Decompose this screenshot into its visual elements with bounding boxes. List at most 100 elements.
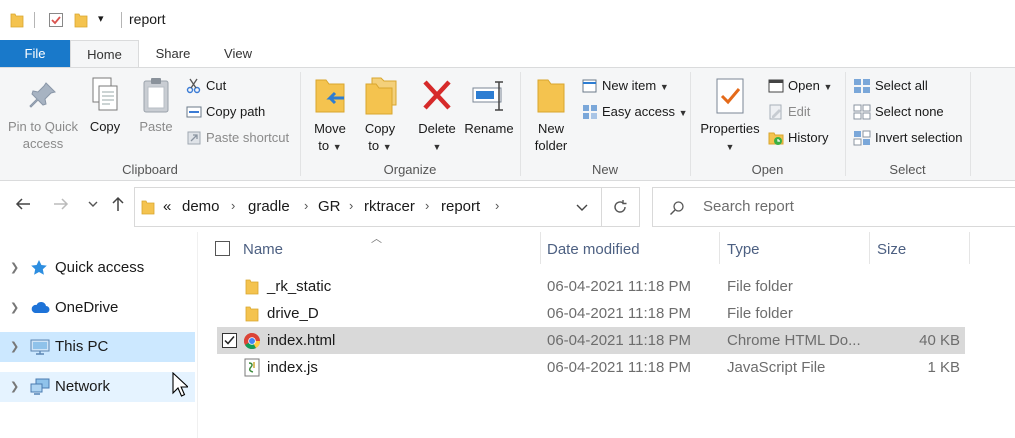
rename-button[interactable]: Rename: [462, 76, 516, 137]
nav-item-quick-access[interactable]: ❯ Quick access: [0, 253, 195, 283]
expand-chevron-icon[interactable]: ❯: [10, 380, 19, 393]
paste-shortcut-button[interactable]: Paste shortcut: [186, 130, 289, 146]
new-folder-label-1: New: [537, 121, 564, 136]
edit-icon: [769, 104, 782, 120]
breadcrumb-chevron-icon[interactable]: ›: [231, 198, 235, 213]
file-size: 1 KB: [927, 359, 960, 376]
ribbon: Pin to Quick access Copy Paste Cut Copy …: [0, 67, 1015, 181]
select-none-label: Select none: [875, 104, 944, 119]
file-name: _rk_static: [267, 278, 332, 295]
move-to-label-1: Move: [314, 121, 346, 136]
refresh-icon[interactable]: [612, 199, 628, 218]
breadcrumb-gr[interactable]: GR: [318, 198, 341, 215]
address-history-chevron-icon[interactable]: [575, 200, 589, 217]
select-all-label: Select all: [875, 78, 928, 93]
new-folder-label-2: folder: [534, 138, 568, 153]
column-header-date-modified[interactable]: Date modified: [547, 241, 640, 258]
new-folder-qat-icon[interactable]: [74, 12, 88, 31]
tab-file[interactable]: File: [0, 40, 70, 68]
expand-chevron-icon[interactable]: ❯: [10, 340, 19, 353]
file-row[interactable]: index.js 06-04-2021 11:18 PM JavaScript …: [217, 354, 965, 381]
navigation-pane: ❯ Quick access ❯ OneDrive ❯ This PC ❯ Ne…: [0, 232, 198, 438]
copy-path-label: Copy path: [206, 104, 266, 119]
file-row[interactable]: _rk_static 06-04-2021 11:18 PM File fold…: [217, 273, 965, 300]
file-row[interactable]: index.html 06-04-2021 11:18 PM Chrome HT…: [217, 327, 965, 354]
organize-group-label: Organize: [383, 162, 437, 177]
breadcrumb-chevron-icon[interactable]: ›: [495, 198, 499, 213]
invert-selection-button[interactable]: Invert selection: [853, 130, 962, 146]
nav-item-network[interactable]: ❯ Network: [0, 372, 195, 402]
network-icon: [30, 378, 50, 399]
up-arrow-icon[interactable]: [108, 194, 128, 219]
computer-icon: [30, 338, 50, 359]
paste-button[interactable]: Paste: [134, 76, 178, 135]
rename-label: Rename: [464, 121, 514, 136]
select-none-button[interactable]: Select none: [853, 104, 944, 120]
file-date: 06-04-2021 11:18 PM: [547, 305, 691, 322]
edit-button[interactable]: Edit: [768, 104, 810, 120]
invert-selection-label: Invert selection: [875, 130, 963, 145]
breadcrumb-chevron-icon[interactable]: ›: [304, 198, 308, 213]
history-button[interactable]: History: [768, 130, 828, 146]
copy-to-button[interactable]: Copy to ▼: [358, 76, 402, 156]
breadcrumb-chevron-icon[interactable]: ›: [425, 198, 429, 213]
tab-view[interactable]: View: [207, 40, 269, 68]
new-group-label: New: [591, 162, 618, 177]
easy-access-button[interactable]: Easy access ▼: [582, 104, 688, 121]
select-all-icon: [854, 79, 870, 93]
breadcrumb-chevron-icon[interactable]: ›: [349, 198, 353, 213]
file-date: 06-04-2021 11:18 PM: [547, 359, 691, 376]
mouse-cursor-icon: [172, 371, 190, 401]
breadcrumb-rktracer[interactable]: rktracer: [364, 198, 415, 215]
search-box[interactable]: Search report: [652, 187, 1015, 227]
breadcrumb-demo[interactable]: demo: [182, 198, 220, 215]
expand-chevron-icon[interactable]: ❯: [10, 301, 19, 314]
new-item-button[interactable]: New item ▼: [582, 78, 669, 95]
history-label: History: [788, 130, 829, 145]
expand-chevron-icon[interactable]: ❯: [10, 261, 19, 274]
breadcrumb-gradle[interactable]: gradle: [248, 198, 290, 215]
select-all-checkbox[interactable]: [215, 241, 230, 256]
nav-item-onedrive[interactable]: ❯ OneDrive: [0, 293, 195, 323]
scissors-icon: [186, 78, 201, 94]
copy-path-button[interactable]: Copy path: [186, 104, 265, 120]
cut-button[interactable]: Cut: [186, 78, 226, 94]
properties-checkmark-icon[interactable]: [48, 12, 64, 31]
file-type: File folder: [727, 305, 793, 322]
file-row[interactable]: drive_D 06-04-2021 11:18 PM File folder: [217, 300, 965, 327]
delete-button[interactable]: Delete ▼: [414, 76, 460, 156]
address-bar[interactable]: « demo › gradle › GR › rktracer › report…: [134, 187, 640, 227]
column-header-type[interactable]: Type: [727, 241, 760, 258]
history-icon: [768, 132, 784, 145]
select-all-button[interactable]: Select all: [853, 78, 928, 94]
column-header-size[interactable]: Size: [877, 241, 906, 258]
breadcrumb-overflow[interactable]: «: [163, 198, 171, 215]
nav-label: This PC: [55, 338, 109, 355]
nav-label: Network: [55, 378, 111, 395]
move-to-button[interactable]: Move to ▼: [308, 76, 352, 156]
properties-label: Properties: [700, 121, 760, 136]
new-folder-button[interactable]: New folder: [528, 76, 574, 154]
column-header-name[interactable]: Name: [243, 241, 283, 258]
nav-item-this-pc[interactable]: ❯ This PC: [0, 332, 195, 362]
new-folder-icon: [537, 79, 565, 113]
forward-arrow-icon[interactable]: [51, 194, 71, 219]
breadcrumb-report[interactable]: report: [441, 198, 480, 215]
tab-share[interactable]: Share: [139, 40, 207, 68]
tab-home[interactable]: Home: [70, 40, 139, 68]
folder-icon: [10, 12, 24, 31]
copy-button[interactable]: Copy: [84, 76, 126, 135]
window-title: report: [129, 11, 166, 27]
clipboard-group-label: Clipboard: [122, 162, 178, 177]
open-button[interactable]: Open ▼: [768, 78, 832, 95]
chevron-down-icon: ▼: [659, 82, 669, 92]
pin-to-quick-access-button[interactable]: Pin to Quick access: [4, 80, 82, 152]
recent-locations-chevron-icon[interactable]: [86, 194, 100, 219]
properties-button[interactable]: Properties ▼: [696, 76, 764, 156]
copy-to-icon: [365, 77, 397, 115]
sort-ascending-icon: ︿: [371, 233, 382, 245]
row-checkbox[interactable]: [222, 333, 237, 348]
customize-qat-dropdown[interactable]: ▾: [98, 12, 104, 25]
back-arrow-icon[interactable]: [13, 194, 33, 219]
search-input[interactable]: Search report: [703, 198, 794, 215]
